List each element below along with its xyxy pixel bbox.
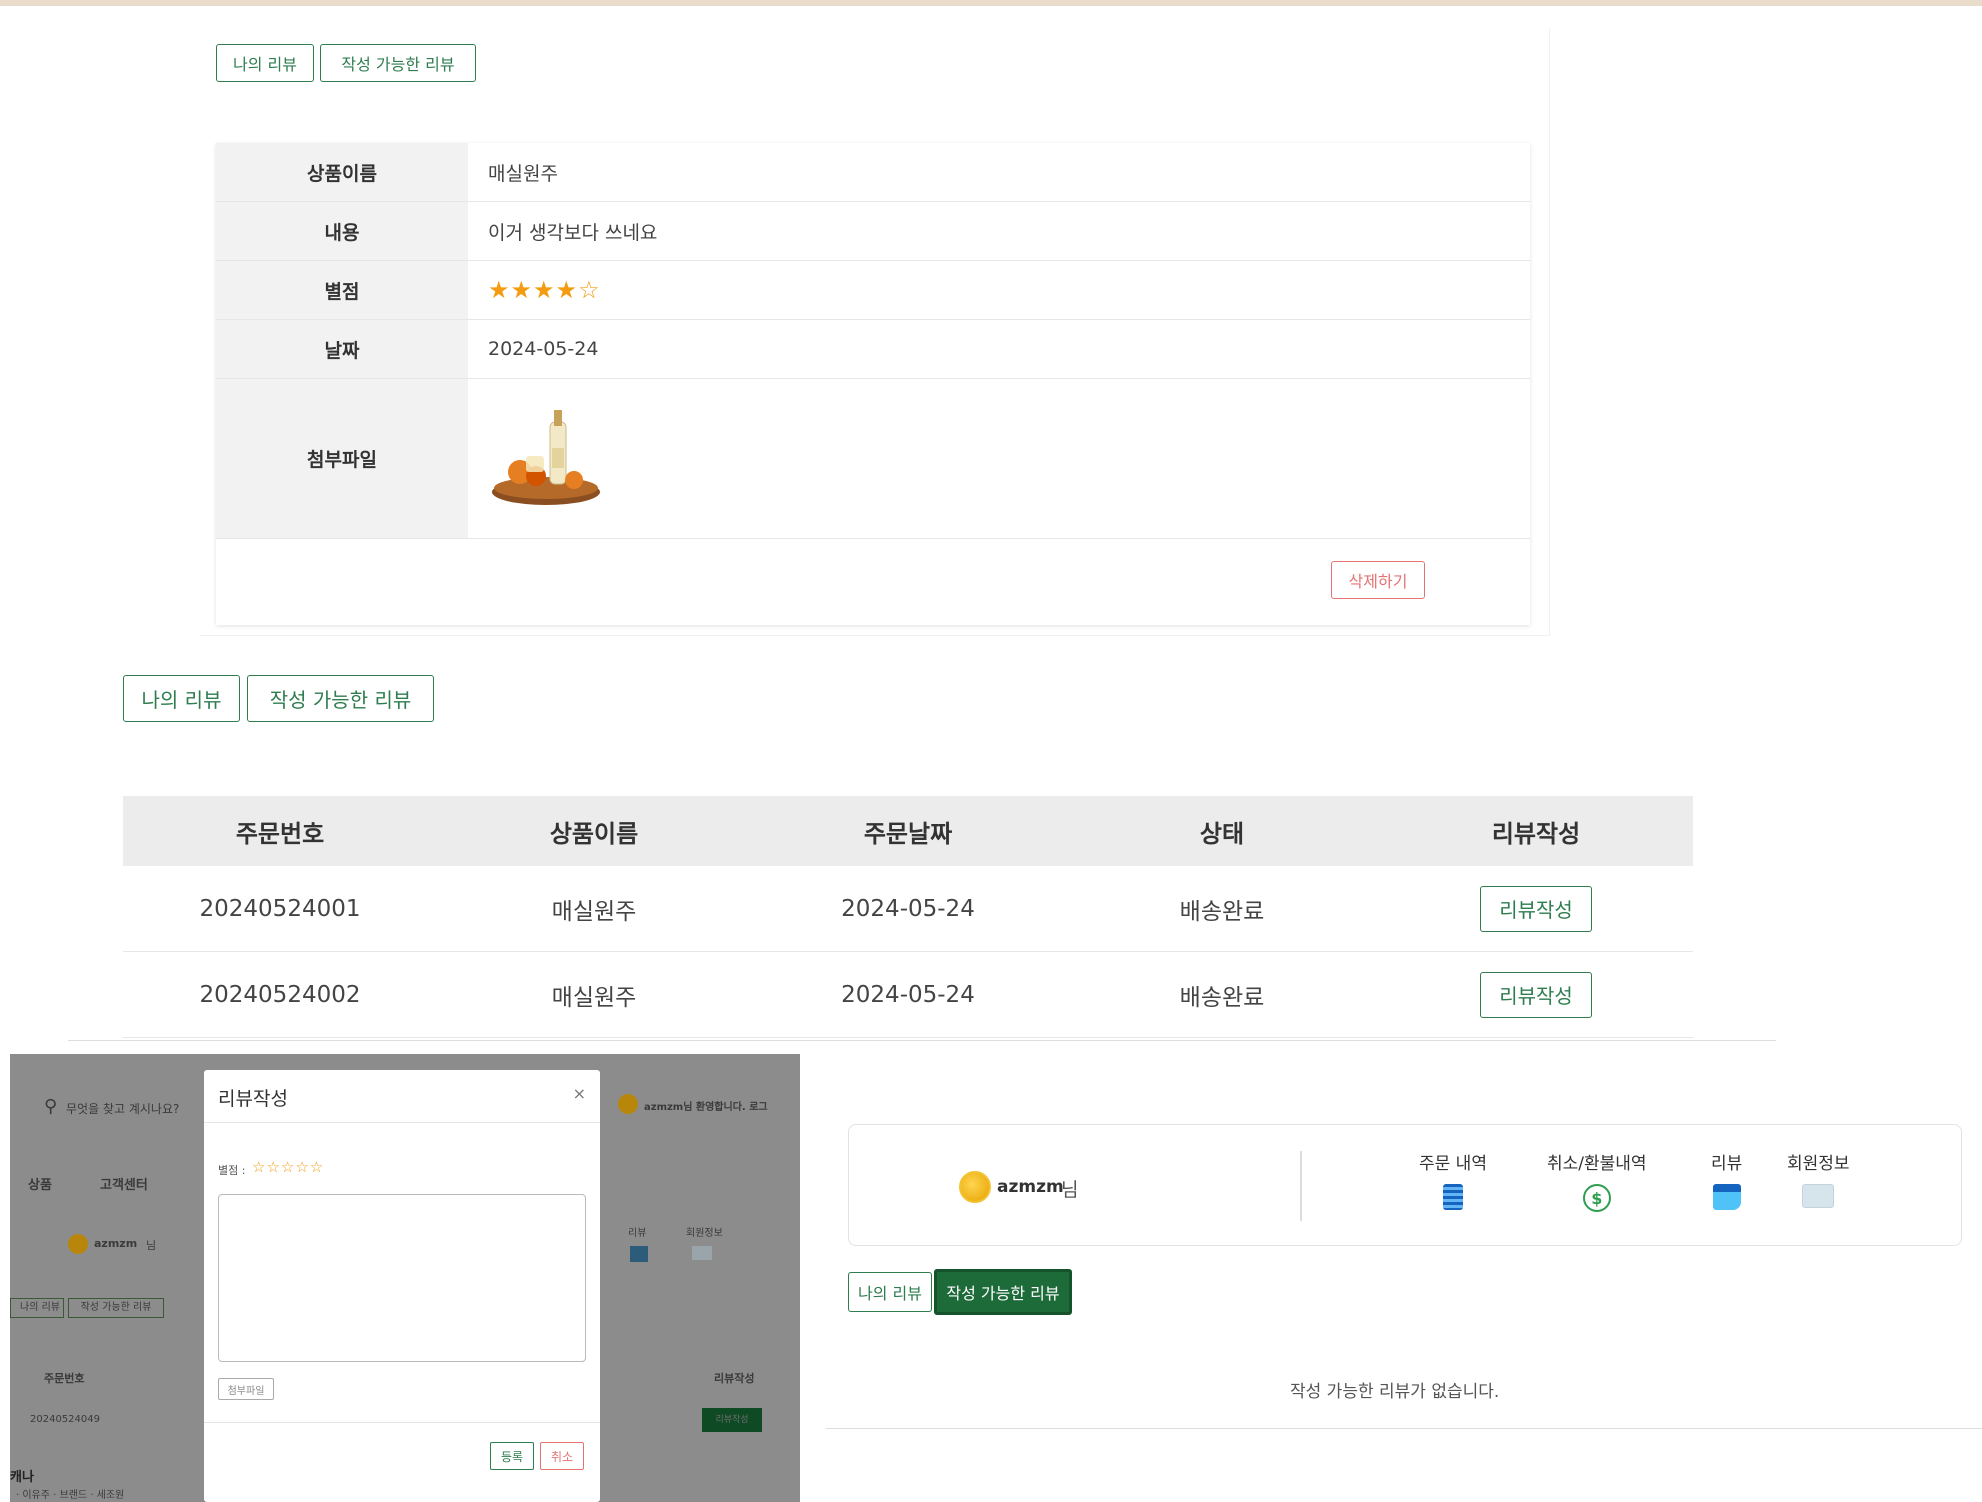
product-name: 매실원주: [551, 984, 637, 1011]
table-header: 주문번호 상품이름 주문날짜 상태 리뷰작성: [123, 796, 1693, 866]
search-placeholder: 무엇을 찾고 계시나요?: [66, 1102, 180, 1116]
tab-writable-reviews: 작성 가능한 리뷰: [68, 1298, 164, 1318]
write-review-button: 리뷰작성: [702, 1408, 762, 1432]
table-row: 20240524001 매실원주 2024-05-24 배송완료 리뷰작성: [123, 866, 1693, 952]
tab-writable-reviews[interactable]: 작성 가능한 리뷰: [247, 675, 434, 722]
col-order-date: 주문날짜: [863, 819, 953, 848]
write-review-button[interactable]: 리뷰작성: [1480, 971, 1592, 1018]
tab-writable-reviews[interactable]: 작성 가능한 리뷰: [320, 44, 476, 82]
detail-value: 2024-05-24: [488, 338, 599, 360]
order-no: 20240524002: [199, 981, 361, 1008]
avatar: [959, 1171, 991, 1203]
attachment-product-image: [492, 409, 600, 505]
attach-file-button[interactable]: 첨부파일: [218, 1378, 274, 1400]
write-review-cell: 리뷰작성: [1379, 952, 1693, 1037]
menu-label: 회원정보: [1787, 1154, 1850, 1174]
write-review-cell: 리뷰작성: [1379, 866, 1693, 951]
review-modal-screenshot: ⚲ 무엇을 찾고 계시나요? 상품 고객센터 azmzm 님 나의 리뷰 작성 …: [10, 1054, 800, 1502]
nav-support: 고객센터: [100, 1178, 148, 1193]
modal-divider: [204, 1122, 600, 1123]
order-status: 배송완료: [1179, 984, 1265, 1011]
rating-stars-icon: ★★★★☆: [488, 276, 601, 304]
avatar: [618, 1094, 638, 1114]
detail-row-product: 상품이름 매실원주: [216, 143, 1530, 202]
section-divider: [68, 1040, 1776, 1041]
tab-writable-reviews[interactable]: 작성 가능한 리뷰: [934, 1269, 1072, 1315]
detail-label: 상품이름: [216, 143, 468, 201]
tab-my-reviews: 나의 리뷰: [10, 1298, 64, 1318]
modal-divider: [204, 1422, 600, 1423]
close-icon[interactable]: ×: [573, 1084, 586, 1103]
menu-label: 취소/환불내역: [1547, 1154, 1647, 1174]
table-row: 20240524002 매실원주 2024-05-24 배송완료 리뷰작성: [123, 952, 1693, 1038]
modal-title: 리뷰작성: [218, 1088, 288, 1110]
cancel-button[interactable]: 취소: [540, 1442, 584, 1470]
nav-product: 상품: [28, 1178, 52, 1193]
menu-label: 주문 내역: [1419, 1154, 1487, 1174]
order-date: 2024-05-24: [841, 981, 975, 1008]
order-no: 20240524049: [30, 1414, 100, 1425]
col-order-no: 주문번호: [235, 819, 325, 848]
tab-my-reviews[interactable]: 나의 리뷰: [848, 1272, 932, 1312]
search-icon: ⚲: [44, 1096, 58, 1117]
tab-my-reviews[interactable]: 나의 리뷰: [123, 675, 240, 722]
menu-member: 회원정보: [686, 1228, 723, 1239]
col-product: 상품이름: [549, 819, 639, 848]
detail-row-date: 날짜 2024-05-24: [216, 320, 1530, 379]
detail-label: 내용: [216, 202, 468, 260]
user-name: azmzm: [997, 1177, 1064, 1197]
menu-refund-history[interactable]: 취소/환불내역 $: [1547, 1149, 1647, 1212]
col-write-review: 리뷰작성: [1491, 819, 1581, 848]
detail-row-content: 내용 이거 생각보다 쓰네요: [216, 202, 1530, 261]
rating-label: 별점 :: [218, 1164, 246, 1177]
user-suffix: 님: [146, 1239, 157, 1252]
menu-member-info[interactable]: 회원정보: [1787, 1149, 1850, 1208]
member-card-icon: [1802, 1184, 1835, 1208]
submit-button[interactable]: 등록: [490, 1442, 534, 1470]
detail-row-rating: 별점 ★★★★☆: [216, 261, 1530, 320]
menu-review[interactable]: 리뷰: [1711, 1149, 1742, 1210]
footer-links: · 이유주 · 브랜드 · 세조원: [16, 1490, 125, 1501]
refund-icon: $: [1582, 1184, 1611, 1212]
member-card-icon: [692, 1246, 712, 1260]
greeting-text: azmzm님 환영합니다. 로그: [644, 1102, 768, 1113]
review-icon: [1712, 1184, 1741, 1210]
col-write-review: 리뷰작성: [714, 1372, 755, 1385]
order-list-icon: [1442, 1184, 1463, 1210]
detail-value: ★★★★☆: [468, 261, 1530, 319]
rating-stars-icon[interactable]: ☆☆☆☆☆: [252, 1158, 324, 1176]
user-suffix: 님: [1061, 1179, 1079, 1201]
mypage-summary-panel: azmzm 님 주문 내역 취소/환불내역 $ 리뷰 회원정보: [848, 1124, 1962, 1246]
footer-brand: 캐나: [10, 1470, 34, 1485]
detail-value: 매실원주: [488, 162, 558, 185]
col-order-no: 주문번호: [44, 1372, 85, 1385]
detail-row-attachment: 첨부파일: [216, 379, 1530, 539]
product-name: 매실원주: [551, 898, 637, 925]
order-no: 20240524001: [199, 895, 361, 922]
review-icon: [630, 1246, 648, 1262]
empty-state-message: 작성 가능한 리뷰가 없습니다.: [1290, 1382, 1500, 1402]
user-name: azmzm: [94, 1237, 138, 1250]
menu-label: 리뷰: [1711, 1154, 1743, 1174]
menu-order-history[interactable]: 주문 내역: [1419, 1149, 1487, 1210]
review-write-modal: 리뷰작성 × 별점 : ☆☆☆☆☆ 첨부파일 등록 취소: [204, 1070, 600, 1502]
order-date: 2024-05-24: [841, 895, 975, 922]
section-divider: [826, 1428, 1982, 1429]
top-accent-strip: [0, 0, 1982, 6]
menu-review: 리뷰: [628, 1228, 647, 1239]
order-status: 배송완료: [1179, 898, 1265, 925]
write-review-button[interactable]: 리뷰작성: [1480, 885, 1592, 932]
col-status: 상태: [1199, 819, 1245, 848]
panel-divider: [1300, 1151, 1302, 1221]
detail-label: 첨부파일: [216, 379, 468, 538]
review-detail-table: 상품이름 매실원주 내용 이거 생각보다 쓰네요 별점 ★★★★☆ 날짜 202…: [216, 143, 1530, 625]
detail-value: 이거 생각보다 쓰네요: [488, 221, 658, 244]
delete-button[interactable]: 삭제하기: [1331, 561, 1425, 599]
detail-label: 별점: [216, 261, 468, 319]
avatar: [68, 1234, 88, 1254]
review-content-textarea[interactable]: [218, 1194, 586, 1362]
tab-my-reviews[interactable]: 나의 리뷰: [216, 44, 314, 82]
detail-value: [468, 379, 1530, 538]
detail-label: 날짜: [216, 320, 468, 378]
